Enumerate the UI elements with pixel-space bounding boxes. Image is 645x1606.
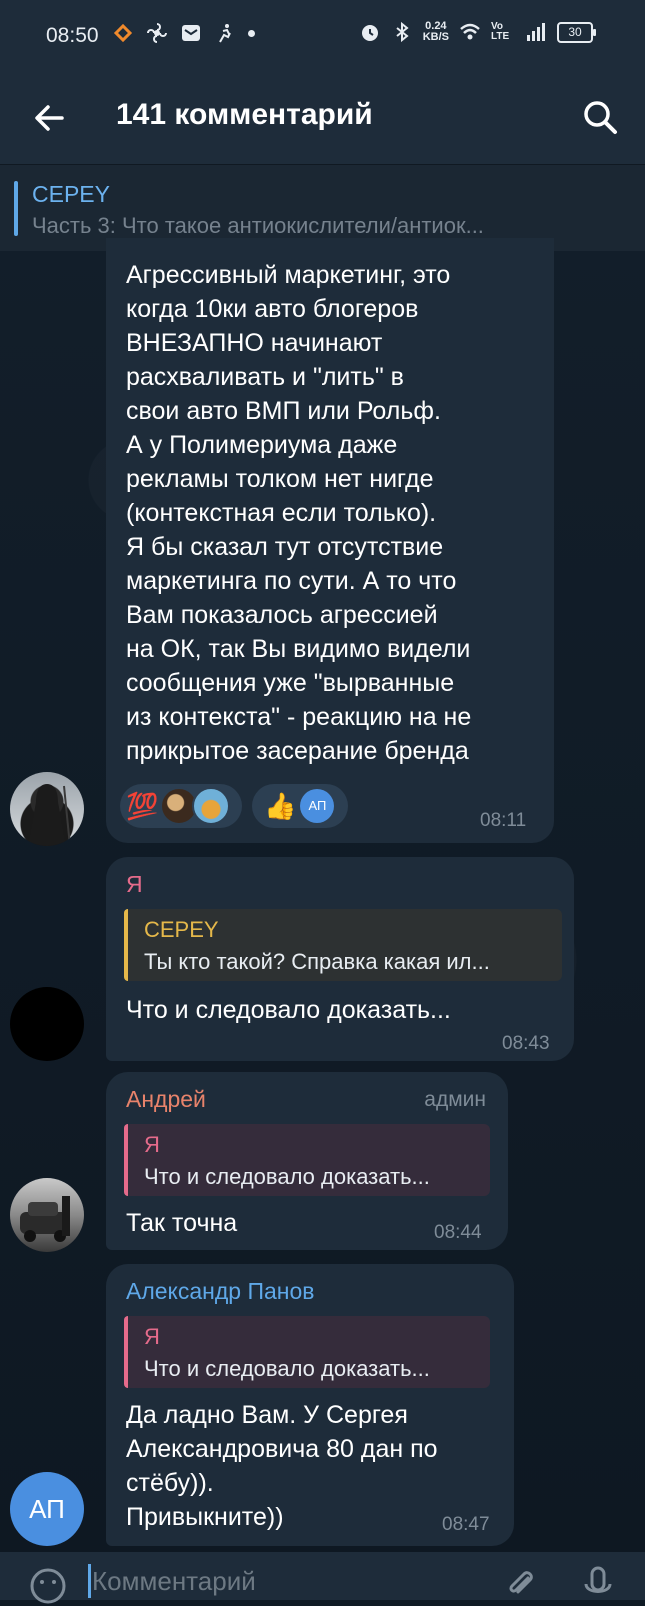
message-text: Что и следовало доказать...: [126, 996, 451, 1024]
message-line: на ОК, так Вы видимо видели: [126, 635, 471, 663]
reply-accent-bar: [124, 1316, 128, 1388]
thumbs-up-icon: 👍: [264, 790, 297, 821]
pinned-accent-bar: [14, 181, 18, 236]
admin-badge: админ: [424, 1088, 486, 1111]
hundred-points-icon: 💯: [126, 790, 159, 821]
status-right: 0.24 KB/S Vo LTE 30: [359, 21, 596, 43]
network-speed-unit: KB/S: [422, 31, 449, 43]
page-title: 141 комментарий: [116, 98, 373, 131]
message-line: Вам показалось агрессией: [126, 601, 438, 629]
mail-icon: [182, 25, 200, 41]
message-line: ВНЕЗАПНО начинают: [126, 329, 383, 357]
microphone-icon[interactable]: [578, 1564, 618, 1604]
sender-name: Я: [126, 871, 143, 897]
pinned-text: Часть 3: Что такое антиокислители/антиок…: [32, 213, 484, 238]
hooded-figure-icon: [28, 784, 71, 846]
reply-text: Что и следовало доказать...: [144, 1356, 430, 1381]
message-time: 08:47: [442, 1514, 490, 1535]
app-header: 141 комментарий: [0, 72, 645, 164]
message-text: Так точна: [126, 1209, 238, 1237]
message-line: когда 10ки авто блогеров: [126, 295, 419, 323]
reply-quote[interactable]: СЕРЕY Ты кто такой? Справка какая ил...: [124, 909, 562, 981]
reply-author: СЕРЕY: [144, 917, 219, 942]
fan-icon: [147, 23, 167, 43]
reaction-hundred[interactable]: 💯: [120, 784, 242, 828]
more-notifications-dot: [248, 29, 255, 37]
avatar[interactable]: [10, 987, 84, 1061]
reply-author: Я: [144, 1324, 160, 1349]
network-speed: 0.24 KB/S: [423, 21, 449, 43]
reactor-avatar: [192, 787, 231, 825]
message-line: Я бы сказал тут отсутствие: [126, 533, 444, 561]
message-line: из контекста" - реакцию на не: [126, 703, 472, 731]
message-line: свои авто ВМП или Рольф.: [126, 397, 441, 425]
message-time: 08:11: [480, 810, 527, 831]
message-line: расхваливать и "лить" в: [126, 363, 404, 391]
reply-text: Что и следовало доказать...: [144, 1164, 430, 1189]
running-man-icon: [219, 24, 231, 43]
avatar-initials: АП: [29, 1494, 65, 1524]
signal-icon: [527, 23, 545, 41]
emoji-icon[interactable]: [28, 1566, 68, 1606]
message-line: сообщения уже "вырванные: [126, 669, 455, 697]
attach-icon[interactable]: [500, 1564, 540, 1604]
volte-label: Vo LTE: [491, 21, 510, 42]
battery-icon: 30: [557, 21, 596, 43]
bluetooth-icon: [396, 21, 409, 43]
message-line: рекламы толком нет нигде: [126, 465, 434, 493]
status-time: 08:50: [46, 24, 99, 47]
message-line: А у Полимериума даже: [126, 431, 398, 459]
message-bubble[interactable]: Я СЕРЕY Ты кто такой? Справка какая ил..…: [106, 857, 574, 1061]
message-line: (контекстная если только).: [126, 499, 437, 527]
message-line: Александровича 80 дан по: [126, 1435, 438, 1463]
text-cursor: [88, 1564, 91, 1598]
status-bar: 08:50 0.24 KB/S Vo LTE 30: [0, 0, 645, 72]
message-time: 08:44: [434, 1222, 482, 1243]
comment-input-bar: Комментарий: [0, 1552, 645, 1604]
message-line: стёбу)).: [126, 1469, 214, 1497]
message-text: Агрессивный маркетинг, это когда 10ки ав…: [126, 258, 546, 768]
reply-accent-bar: [124, 1124, 128, 1196]
reply-author: Я: [144, 1132, 160, 1157]
pinned-author: СЕРЕY: [32, 181, 110, 207]
avatar[interactable]: [10, 772, 84, 846]
notification-icons: [112, 22, 255, 44]
reply-accent-bar: [124, 909, 128, 981]
reply-quote[interactable]: Я Что и следовало доказать...: [124, 1124, 490, 1196]
message-bubble[interactable]: Александр Панов Я Что и следовало доказа…: [106, 1264, 514, 1546]
reply-quote[interactable]: Я Что и следовало доказать...: [124, 1316, 490, 1388]
message-line: прикрытое засерание бренда: [126, 737, 469, 765]
message-line: маркетинга по сути. А то что: [126, 567, 457, 595]
message-bubble[interactable]: Андрей админ Я Что и следовало доказать.…: [106, 1072, 508, 1250]
comment-input[interactable]: Комментарий: [92, 1566, 256, 1597]
avatar[interactable]: АП: [10, 1472, 84, 1546]
avatar[interactable]: [10, 1178, 84, 1252]
sender-name: Александр Панов: [126, 1278, 315, 1304]
car-photo-icon: [20, 1196, 70, 1242]
reply-text: Ты кто такой? Справка какая ил...: [144, 949, 490, 974]
reactor-avatar: АП: [300, 789, 335, 823]
alarm-icon: [361, 25, 378, 41]
message-line: Да ладно Вам. У Сергея: [126, 1401, 408, 1429]
app-notification-icon: [113, 23, 133, 43]
sender-name: Андрей: [126, 1086, 206, 1112]
message-time: 08:43: [502, 1033, 550, 1054]
wifi-icon: [460, 23, 480, 40]
back-arrow-icon[interactable]: [32, 100, 68, 136]
message-bubble[interactable]: Агрессивный маркетинг, это когда 10ки ав…: [106, 238, 554, 843]
message-line: Агрессивный маркетинг, это: [126, 261, 451, 289]
search-icon[interactable]: [581, 98, 619, 136]
reaction-thumbs-up[interactable]: 👍 АП: [252, 784, 348, 828]
